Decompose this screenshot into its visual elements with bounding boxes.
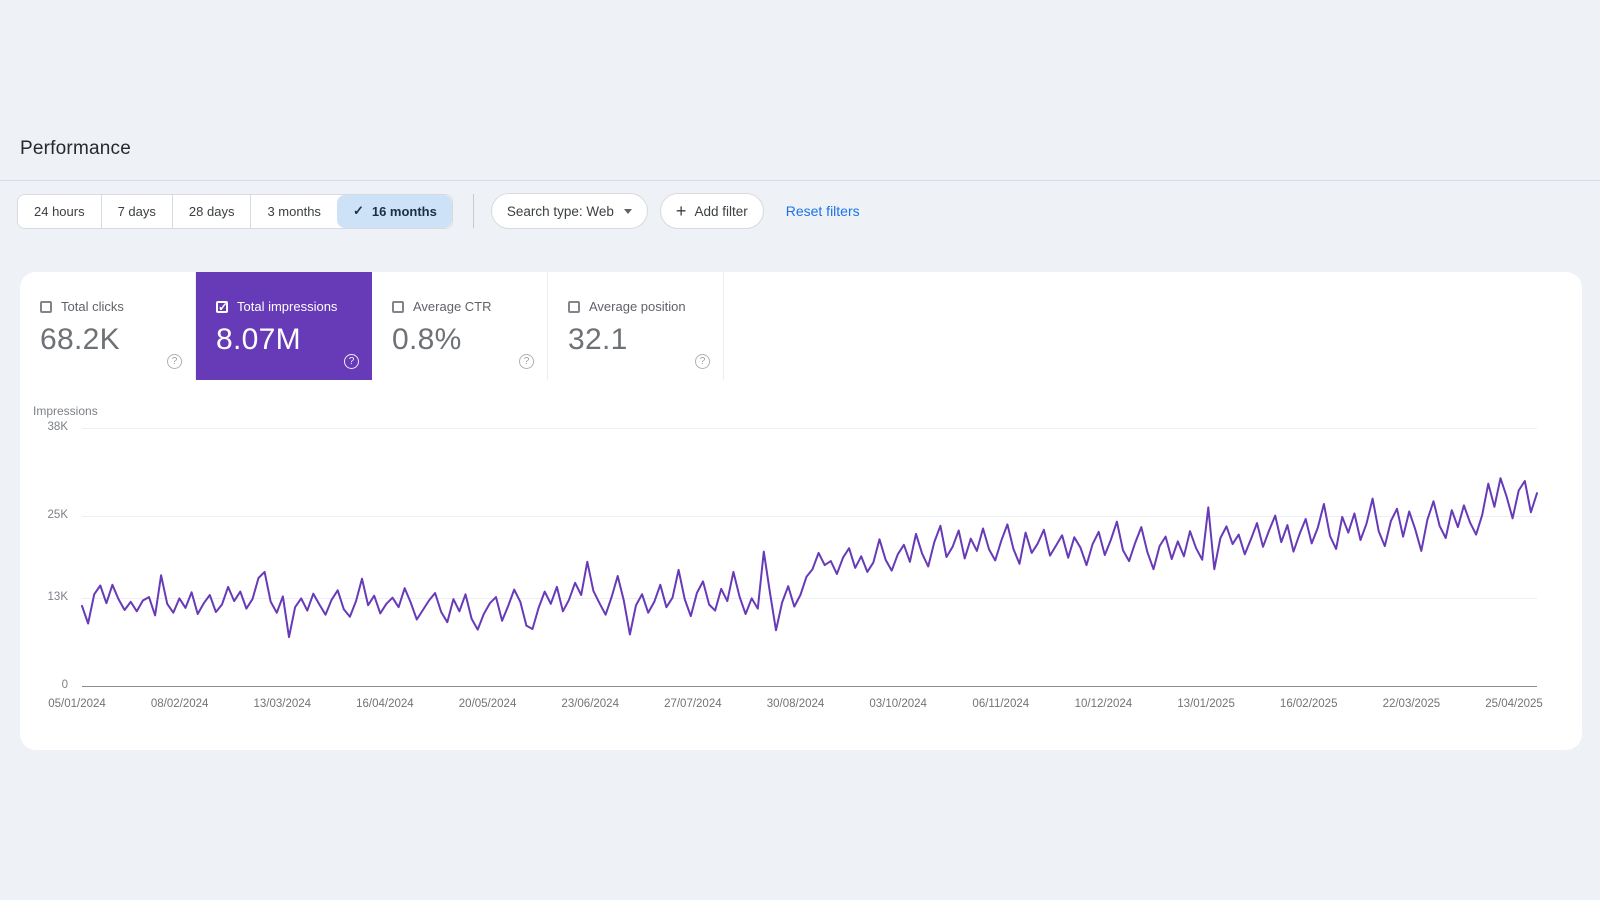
x-axis-line bbox=[82, 686, 1537, 687]
help-icon[interactable] bbox=[344, 354, 359, 369]
search-type-label: Search type: Web bbox=[506, 203, 614, 219]
metric-value: 68.2K bbox=[40, 323, 120, 356]
help-icon[interactable] bbox=[695, 354, 710, 369]
help-icon[interactable] bbox=[519, 354, 534, 369]
y-tick-label: 25K bbox=[47, 509, 68, 522]
page-title: Performance bbox=[20, 138, 131, 159]
metric-card-total-impressions[interactable]: Total impressions 8.07M bbox=[196, 272, 372, 380]
chart-axis-title: Impressions bbox=[33, 404, 98, 418]
range-16-months-label: 16 months bbox=[371, 203, 437, 219]
metric-value: 8.07M bbox=[216, 323, 301, 356]
checkbox-average-ctr[interactable] bbox=[392, 300, 404, 313]
x-tick-label: 10/12/2024 bbox=[1074, 698, 1133, 710]
x-tick-label: 16/02/2025 bbox=[1279, 698, 1338, 710]
metric-label: Total clicks bbox=[61, 299, 124, 314]
range-3-months[interactable]: 3 months bbox=[250, 194, 337, 228]
range-16-months[interactable]: 16 months bbox=[336, 194, 452, 228]
x-tick-label: 22/03/2025 bbox=[1382, 698, 1441, 710]
date-range-group: 24 hours 7 days 28 days 3 months 16 mont… bbox=[17, 193, 453, 229]
x-tick-label: 05/01/2024 bbox=[48, 698, 106, 710]
metric-card-average-ctr[interactable]: Average CTR 0.8% bbox=[372, 272, 548, 380]
x-tick-label: 23/06/2024 bbox=[561, 698, 619, 710]
x-tick-label: 25/04/2025 bbox=[1485, 698, 1543, 710]
x-tick-label: 16/04/2024 bbox=[356, 698, 414, 710]
add-filter-button[interactable]: Add filter bbox=[659, 193, 764, 229]
x-tick-label: 08/02/2024 bbox=[150, 698, 209, 710]
metric-card-total-clicks[interactable]: Total clicks 68.2K bbox=[20, 272, 196, 380]
help-icon[interactable] bbox=[167, 354, 182, 369]
metric-label: Average CTR bbox=[413, 299, 492, 314]
impressions-line-chart[interactable] bbox=[81, 428, 1538, 686]
x-tick-label: 03/10/2024 bbox=[869, 698, 927, 710]
range-7-days[interactable]: 7 days bbox=[100, 194, 172, 228]
metric-card-average-position[interactable]: Average position 32.1 bbox=[548, 272, 724, 380]
x-tick-label: 13/03/2024 bbox=[253, 698, 312, 710]
y-tick-label: 38K bbox=[47, 421, 68, 433]
x-tick-label: 20/05/2024 bbox=[458, 698, 517, 710]
metric-label: Total impressions bbox=[237, 299, 338, 314]
x-tick-label: 06/11/2024 bbox=[972, 698, 1030, 710]
check-icon bbox=[353, 203, 364, 219]
x-tick-label: 13/01/2025 bbox=[1177, 698, 1235, 710]
chevron-down-icon bbox=[623, 208, 632, 214]
header-divider bbox=[0, 180, 1600, 181]
range-28-days[interactable]: 28 days bbox=[171, 194, 251, 228]
checkbox-average-position[interactable] bbox=[568, 300, 580, 313]
checkbox-total-impressions[interactable] bbox=[216, 300, 228, 314]
metric-value: 32.1 bbox=[568, 323, 628, 356]
filters-toolbar: 24 hours 7 days 28 days 3 months 16 mont… bbox=[17, 193, 860, 229]
x-tick-label: 30/08/2024 bbox=[766, 698, 825, 710]
y-tick-label: 13K bbox=[47, 590, 68, 603]
metric-label: Average position bbox=[589, 299, 686, 314]
search-type-dropdown[interactable]: Search type: Web bbox=[490, 193, 648, 229]
plus-icon bbox=[676, 202, 687, 220]
toolbar-divider bbox=[472, 194, 474, 228]
impressions-series-line bbox=[81, 477, 1538, 639]
x-tick-label: 27/07/2024 bbox=[664, 698, 722, 710]
range-24-hours[interactable]: 24 hours bbox=[18, 194, 101, 228]
performance-panel: Total clicks 68.2K Total impressions 8.0… bbox=[20, 272, 1582, 750]
metric-value: 0.8% bbox=[392, 323, 462, 356]
reset-filters-link[interactable]: Reset filters bbox=[786, 203, 860, 219]
metric-cards: Total clicks 68.2K Total impressions 8.0… bbox=[20, 272, 724, 380]
add-filter-label: Add filter bbox=[694, 203, 748, 219]
y-tick-label: 0 bbox=[61, 679, 68, 691]
checkbox-total-clicks[interactable] bbox=[40, 300, 52, 313]
